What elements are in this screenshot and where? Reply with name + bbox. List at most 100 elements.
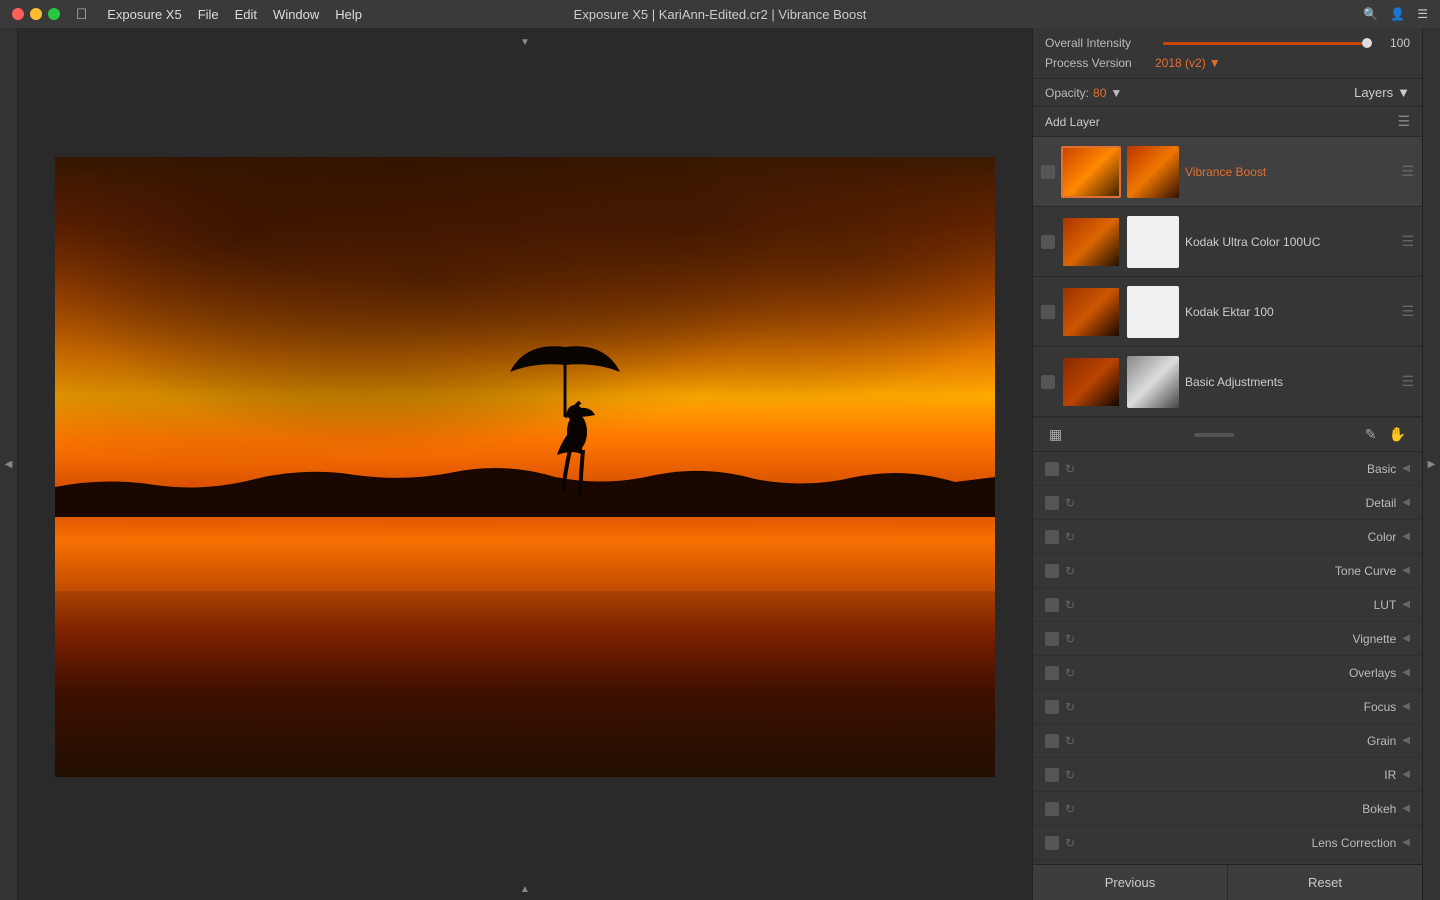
eraser-tool-icon[interactable]: ✋: [1385, 424, 1410, 445]
adj-arrow-icon-color[interactable]: ◀: [1402, 531, 1410, 542]
adj-arrow-icon-basic[interactable]: ◀: [1402, 463, 1410, 474]
adj-name-basic: Basic: [1083, 462, 1396, 476]
menu-item-file[interactable]: File: [198, 7, 219, 22]
adj-arrow-icon-grain[interactable]: ◀: [1402, 735, 1410, 746]
adjustment-item-color[interactable]: ↻ Color ◀: [1033, 520, 1422, 554]
previous-button[interactable]: Previous: [1033, 865, 1228, 900]
adj-refresh-icon-basic[interactable]: ↻: [1065, 462, 1075, 476]
adj-toggle-vignette[interactable]: [1045, 632, 1059, 646]
adj-arrow-icon-tone-curve[interactable]: ◀: [1402, 565, 1410, 576]
adjustment-item-detail[interactable]: ↻ Detail ◀: [1033, 486, 1422, 520]
adj-toggle-tone-curve[interactable]: [1045, 564, 1059, 578]
intensity-slider[interactable]: [1163, 42, 1372, 45]
adjustment-item-overlays[interactable]: ↻ Overlays ◀: [1033, 656, 1422, 690]
adj-refresh-icon-lens-correction[interactable]: ↻: [1065, 836, 1075, 850]
adj-refresh-icon-vignette[interactable]: ↻: [1065, 632, 1075, 646]
image-container: [18, 56, 1032, 878]
adj-toggle-color[interactable]: [1045, 530, 1059, 544]
adj-toggle-bokeh[interactable]: [1045, 802, 1059, 816]
brush-tool-icon[interactable]: ✎: [1361, 424, 1381, 445]
adj-refresh-icon-color[interactable]: ↻: [1065, 530, 1075, 544]
adj-arrow-icon-vignette[interactable]: ◀: [1402, 633, 1410, 644]
adj-refresh-icon-grain[interactable]: ↻: [1065, 734, 1075, 748]
layer-item[interactable]: Basic Adjustments ☰: [1033, 347, 1422, 417]
adjustment-item-grain[interactable]: ↻ Grain ◀: [1033, 724, 1422, 758]
adjustment-item-vignette[interactable]: ↻ Vignette ◀: [1033, 622, 1422, 656]
layers-menu-icon[interactable]: ☰: [1397, 113, 1410, 130]
adj-refresh-icon-focus[interactable]: ↻: [1065, 700, 1075, 714]
menu-item-edit[interactable]: Edit: [235, 7, 257, 22]
adjustment-item-ir[interactable]: ↻ IR ◀: [1033, 758, 1422, 792]
menu-item-app[interactable]: Exposure X5: [107, 7, 181, 22]
layer-visibility-toggle[interactable]: [1041, 235, 1055, 249]
right-arrow-icon: ▶: [1428, 459, 1436, 470]
adj-refresh-icon-overlays[interactable]: ↻: [1065, 666, 1075, 680]
adjustment-item-lens-correction[interactable]: ↻ Lens Correction ◀: [1033, 826, 1422, 860]
layer-item[interactable]: Kodak Ultra Color 100UC ☰: [1033, 207, 1422, 277]
main-layout: ◀ ▼: [0, 28, 1440, 900]
search-icon[interactable]: 🔍: [1363, 7, 1378, 21]
layer-visibility-toggle[interactable]: [1041, 165, 1055, 179]
apple-menu[interactable]: : [76, 6, 87, 23]
opacity-value[interactable]: 80: [1093, 86, 1106, 100]
menu-item-window[interactable]: Window: [273, 7, 319, 22]
layers-list: Vibrance Boost ☰ Kodak Ultra Color 100UC…: [1033, 137, 1422, 418]
layer-item[interactable]: Vibrance Boost ☰: [1033, 137, 1422, 207]
thumb-photo-bg: [1063, 218, 1119, 266]
adj-toggle-lens-correction[interactable]: [1045, 836, 1059, 850]
layer-context-menu-icon[interactable]: ☰: [1401, 303, 1414, 320]
adj-name-grain: Grain: [1083, 734, 1396, 748]
intensity-thumb: [1362, 38, 1372, 48]
panel-toolbar: ▦ ✎ ✋: [1033, 418, 1422, 452]
adj-refresh-icon-detail[interactable]: ↻: [1065, 496, 1075, 510]
right-panel-toggle[interactable]: ▶: [1422, 28, 1440, 900]
adj-name-focus: Focus: [1083, 700, 1396, 714]
layers-panel-title[interactable]: Layers ▼: [1354, 85, 1410, 100]
adjustment-item-bokeh[interactable]: ↻ Bokeh ◀: [1033, 792, 1422, 826]
intensity-fill: [1163, 42, 1362, 45]
menu-icon[interactable]: ☰: [1417, 7, 1428, 21]
minimize-button[interactable]: [30, 8, 42, 20]
adj-arrow-icon-overlays[interactable]: ◀: [1402, 667, 1410, 678]
adj-arrow-icon-focus[interactable]: ◀: [1402, 701, 1410, 712]
adj-refresh-icon-ir[interactable]: ↻: [1065, 768, 1075, 782]
adj-refresh-icon-bokeh[interactable]: ↻: [1065, 802, 1075, 816]
adjustment-item-basic[interactable]: ↻ Basic ◀: [1033, 452, 1422, 486]
adj-arrow-icon-detail[interactable]: ◀: [1402, 497, 1410, 508]
adj-toggle-lut[interactable]: [1045, 598, 1059, 612]
titlebar-controls: 🔍 👤 ☰: [1363, 7, 1428, 21]
left-panel-toggle[interactable]: ◀: [0, 28, 18, 900]
adj-toggle-grain[interactable]: [1045, 734, 1059, 748]
adj-arrow-icon-lut[interactable]: ◀: [1402, 599, 1410, 610]
layer-context-menu-icon[interactable]: ☰: [1401, 233, 1414, 250]
adj-refresh-icon-lut[interactable]: ↻: [1065, 598, 1075, 612]
bottom-arrow-icon: ▲: [520, 884, 530, 895]
adj-toggle-ir[interactable]: [1045, 768, 1059, 782]
crop-tool-icon[interactable]: ▦: [1045, 424, 1066, 445]
layer-context-menu-icon[interactable]: ☰: [1401, 163, 1414, 180]
adj-arrow-icon-ir[interactable]: ◀: [1402, 769, 1410, 780]
add-layer-button[interactable]: Add Layer: [1045, 115, 1100, 129]
close-button[interactable]: [12, 8, 24, 20]
adj-arrow-icon-bokeh[interactable]: ◀: [1402, 803, 1410, 814]
process-version-value[interactable]: 2018 (v2) ▼: [1155, 56, 1221, 70]
adj-toggle-focus[interactable]: [1045, 700, 1059, 714]
adjustment-item-focus[interactable]: ↻ Focus ◀: [1033, 690, 1422, 724]
opacity-chevron-icon: ▼: [1110, 86, 1122, 100]
layer-context-menu-icon[interactable]: ☰: [1401, 373, 1414, 390]
layer-visibility-toggle[interactable]: [1041, 305, 1055, 319]
water-reflection: [55, 498, 995, 777]
adj-name-overlays: Overlays: [1083, 666, 1396, 680]
adj-toggle-overlays[interactable]: [1045, 666, 1059, 680]
adj-refresh-icon-tone-curve[interactable]: ↻: [1065, 564, 1075, 578]
layer-item[interactable]: Kodak Ektar 100 ☰: [1033, 277, 1422, 347]
adj-toggle-detail[interactable]: [1045, 496, 1059, 510]
layer-visibility-toggle[interactable]: [1041, 375, 1055, 389]
menu-item-help[interactable]: Help: [335, 7, 362, 22]
adj-arrow-icon-lens-correction[interactable]: ◀: [1402, 837, 1410, 848]
reset-button[interactable]: Reset: [1228, 865, 1422, 900]
adjustment-item-lut[interactable]: ↻ LUT ◀: [1033, 588, 1422, 622]
adjustment-item-tone-curve[interactable]: ↻ Tone Curve ◀: [1033, 554, 1422, 588]
maximize-button[interactable]: [48, 8, 60, 20]
adj-toggle-basic[interactable]: [1045, 462, 1059, 476]
